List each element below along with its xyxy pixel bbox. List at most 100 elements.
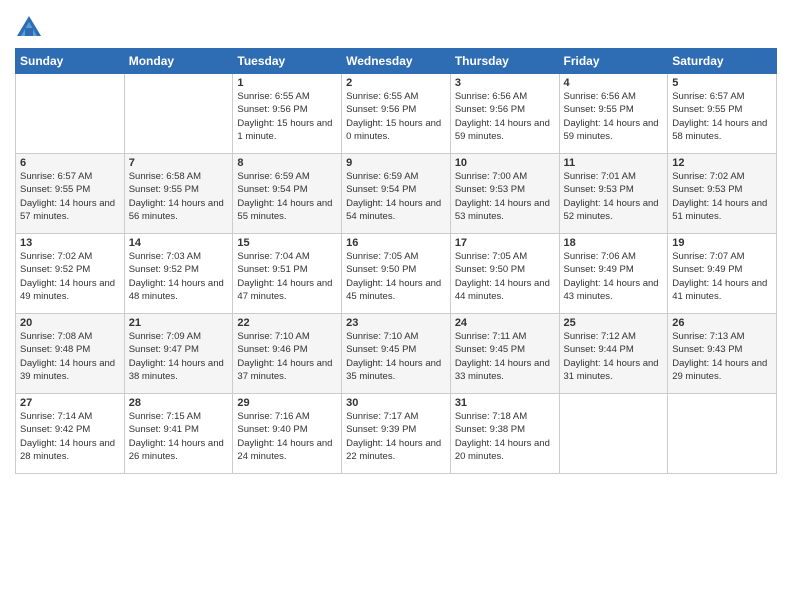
header-saturday: Saturday (668, 49, 777, 74)
day-info: Sunrise: 7:04 AM Sunset: 9:51 PM Dayligh… (237, 250, 337, 303)
calendar-cell: 21Sunrise: 7:09 AM Sunset: 9:47 PM Dayli… (124, 314, 233, 394)
week-row-1: 1Sunrise: 6:55 AM Sunset: 9:56 PM Daylig… (16, 74, 777, 154)
calendar-cell: 16Sunrise: 7:05 AM Sunset: 9:50 PM Dayli… (342, 234, 451, 314)
day-info: Sunrise: 7:09 AM Sunset: 9:47 PM Dayligh… (129, 330, 229, 383)
day-number: 6 (20, 157, 120, 169)
day-number: 1 (237, 77, 337, 89)
calendar-cell: 6Sunrise: 6:57 AM Sunset: 9:55 PM Daylig… (16, 154, 125, 234)
day-info: Sunrise: 7:07 AM Sunset: 9:49 PM Dayligh… (672, 250, 772, 303)
day-number: 23 (346, 317, 446, 329)
day-number: 8 (237, 157, 337, 169)
day-number: 30 (346, 397, 446, 409)
day-number: 9 (346, 157, 446, 169)
day-info: Sunrise: 7:13 AM Sunset: 9:43 PM Dayligh… (672, 330, 772, 383)
day-info: Sunrise: 7:08 AM Sunset: 9:48 PM Dayligh… (20, 330, 120, 383)
day-info: Sunrise: 7:10 AM Sunset: 9:46 PM Dayligh… (237, 330, 337, 383)
header-sunday: Sunday (16, 49, 125, 74)
header-thursday: Thursday (450, 49, 559, 74)
header-wednesday: Wednesday (342, 49, 451, 74)
calendar-cell: 3Sunrise: 6:56 AM Sunset: 9:56 PM Daylig… (450, 74, 559, 154)
page: SundayMondayTuesdayWednesdayThursdayFrid… (0, 0, 792, 612)
calendar-cell: 14Sunrise: 7:03 AM Sunset: 9:52 PM Dayli… (124, 234, 233, 314)
week-row-2: 6Sunrise: 6:57 AM Sunset: 9:55 PM Daylig… (16, 154, 777, 234)
day-info: Sunrise: 6:55 AM Sunset: 9:56 PM Dayligh… (346, 90, 446, 143)
week-row-3: 13Sunrise: 7:02 AM Sunset: 9:52 PM Dayli… (16, 234, 777, 314)
header-monday: Monday (124, 49, 233, 74)
calendar-cell: 20Sunrise: 7:08 AM Sunset: 9:48 PM Dayli… (16, 314, 125, 394)
day-number: 4 (564, 77, 664, 89)
day-info: Sunrise: 7:18 AM Sunset: 9:38 PM Dayligh… (455, 410, 555, 463)
calendar-cell: 9Sunrise: 6:59 AM Sunset: 9:54 PM Daylig… (342, 154, 451, 234)
week-row-4: 20Sunrise: 7:08 AM Sunset: 9:48 PM Dayli… (16, 314, 777, 394)
day-info: Sunrise: 7:02 AM Sunset: 9:52 PM Dayligh… (20, 250, 120, 303)
calendar-cell: 27Sunrise: 7:14 AM Sunset: 9:42 PM Dayli… (16, 394, 125, 474)
day-info: Sunrise: 6:56 AM Sunset: 9:56 PM Dayligh… (455, 90, 555, 143)
calendar-cell: 15Sunrise: 7:04 AM Sunset: 9:51 PM Dayli… (233, 234, 342, 314)
day-number: 12 (672, 157, 772, 169)
day-info: Sunrise: 7:06 AM Sunset: 9:49 PM Dayligh… (564, 250, 664, 303)
day-number: 2 (346, 77, 446, 89)
calendar-cell: 1Sunrise: 6:55 AM Sunset: 9:56 PM Daylig… (233, 74, 342, 154)
calendar-cell: 13Sunrise: 7:02 AM Sunset: 9:52 PM Dayli… (16, 234, 125, 314)
calendar-cell: 12Sunrise: 7:02 AM Sunset: 9:53 PM Dayli… (668, 154, 777, 234)
day-info: Sunrise: 7:03 AM Sunset: 9:52 PM Dayligh… (129, 250, 229, 303)
day-info: Sunrise: 7:05 AM Sunset: 9:50 PM Dayligh… (455, 250, 555, 303)
day-number: 16 (346, 237, 446, 249)
day-number: 28 (129, 397, 229, 409)
day-number: 11 (564, 157, 664, 169)
calendar-cell: 2Sunrise: 6:55 AM Sunset: 9:56 PM Daylig… (342, 74, 451, 154)
calendar-cell: 18Sunrise: 7:06 AM Sunset: 9:49 PM Dayli… (559, 234, 668, 314)
day-number: 26 (672, 317, 772, 329)
logo (15, 14, 46, 42)
day-info: Sunrise: 7:01 AM Sunset: 9:53 PM Dayligh… (564, 170, 664, 223)
day-number: 17 (455, 237, 555, 249)
calendar-cell: 19Sunrise: 7:07 AM Sunset: 9:49 PM Dayli… (668, 234, 777, 314)
calendar-cell: 28Sunrise: 7:15 AM Sunset: 9:41 PM Dayli… (124, 394, 233, 474)
day-info: Sunrise: 7:00 AM Sunset: 9:53 PM Dayligh… (455, 170, 555, 223)
day-info: Sunrise: 6:59 AM Sunset: 9:54 PM Dayligh… (237, 170, 337, 223)
day-info: Sunrise: 7:10 AM Sunset: 9:45 PM Dayligh… (346, 330, 446, 383)
calendar-cell (16, 74, 125, 154)
calendar-cell: 30Sunrise: 7:17 AM Sunset: 9:39 PM Dayli… (342, 394, 451, 474)
calendar-cell: 29Sunrise: 7:16 AM Sunset: 9:40 PM Dayli… (233, 394, 342, 474)
day-number: 20 (20, 317, 120, 329)
calendar-cell: 25Sunrise: 7:12 AM Sunset: 9:44 PM Dayli… (559, 314, 668, 394)
calendar-cell: 17Sunrise: 7:05 AM Sunset: 9:50 PM Dayli… (450, 234, 559, 314)
logo-icon (15, 14, 43, 42)
day-info: Sunrise: 7:11 AM Sunset: 9:45 PM Dayligh… (455, 330, 555, 383)
day-number: 13 (20, 237, 120, 249)
calendar-table: SundayMondayTuesdayWednesdayThursdayFrid… (15, 48, 777, 474)
day-info: Sunrise: 6:57 AM Sunset: 9:55 PM Dayligh… (20, 170, 120, 223)
header-tuesday: Tuesday (233, 49, 342, 74)
day-info: Sunrise: 7:15 AM Sunset: 9:41 PM Dayligh… (129, 410, 229, 463)
day-number: 27 (20, 397, 120, 409)
day-info: Sunrise: 7:17 AM Sunset: 9:39 PM Dayligh… (346, 410, 446, 463)
day-number: 21 (129, 317, 229, 329)
calendar-cell: 10Sunrise: 7:00 AM Sunset: 9:53 PM Dayli… (450, 154, 559, 234)
calendar-cell: 7Sunrise: 6:58 AM Sunset: 9:55 PM Daylig… (124, 154, 233, 234)
calendar-cell (559, 394, 668, 474)
calendar-cell: 26Sunrise: 7:13 AM Sunset: 9:43 PM Dayli… (668, 314, 777, 394)
day-number: 14 (129, 237, 229, 249)
header-friday: Friday (559, 49, 668, 74)
day-number: 7 (129, 157, 229, 169)
day-number: 5 (672, 77, 772, 89)
day-number: 29 (237, 397, 337, 409)
day-number: 19 (672, 237, 772, 249)
day-info: Sunrise: 7:05 AM Sunset: 9:50 PM Dayligh… (346, 250, 446, 303)
calendar-cell: 8Sunrise: 6:59 AM Sunset: 9:54 PM Daylig… (233, 154, 342, 234)
day-info: Sunrise: 6:55 AM Sunset: 9:56 PM Dayligh… (237, 90, 337, 143)
calendar-cell: 31Sunrise: 7:18 AM Sunset: 9:38 PM Dayli… (450, 394, 559, 474)
day-info: Sunrise: 6:59 AM Sunset: 9:54 PM Dayligh… (346, 170, 446, 223)
day-info: Sunrise: 6:56 AM Sunset: 9:55 PM Dayligh… (564, 90, 664, 143)
day-number: 15 (237, 237, 337, 249)
header (15, 10, 777, 42)
day-number: 31 (455, 397, 555, 409)
calendar-cell (668, 394, 777, 474)
calendar-cell: 23Sunrise: 7:10 AM Sunset: 9:45 PM Dayli… (342, 314, 451, 394)
day-number: 10 (455, 157, 555, 169)
day-info: Sunrise: 7:16 AM Sunset: 9:40 PM Dayligh… (237, 410, 337, 463)
calendar-cell: 24Sunrise: 7:11 AM Sunset: 9:45 PM Dayli… (450, 314, 559, 394)
day-number: 22 (237, 317, 337, 329)
day-info: Sunrise: 6:58 AM Sunset: 9:55 PM Dayligh… (129, 170, 229, 223)
